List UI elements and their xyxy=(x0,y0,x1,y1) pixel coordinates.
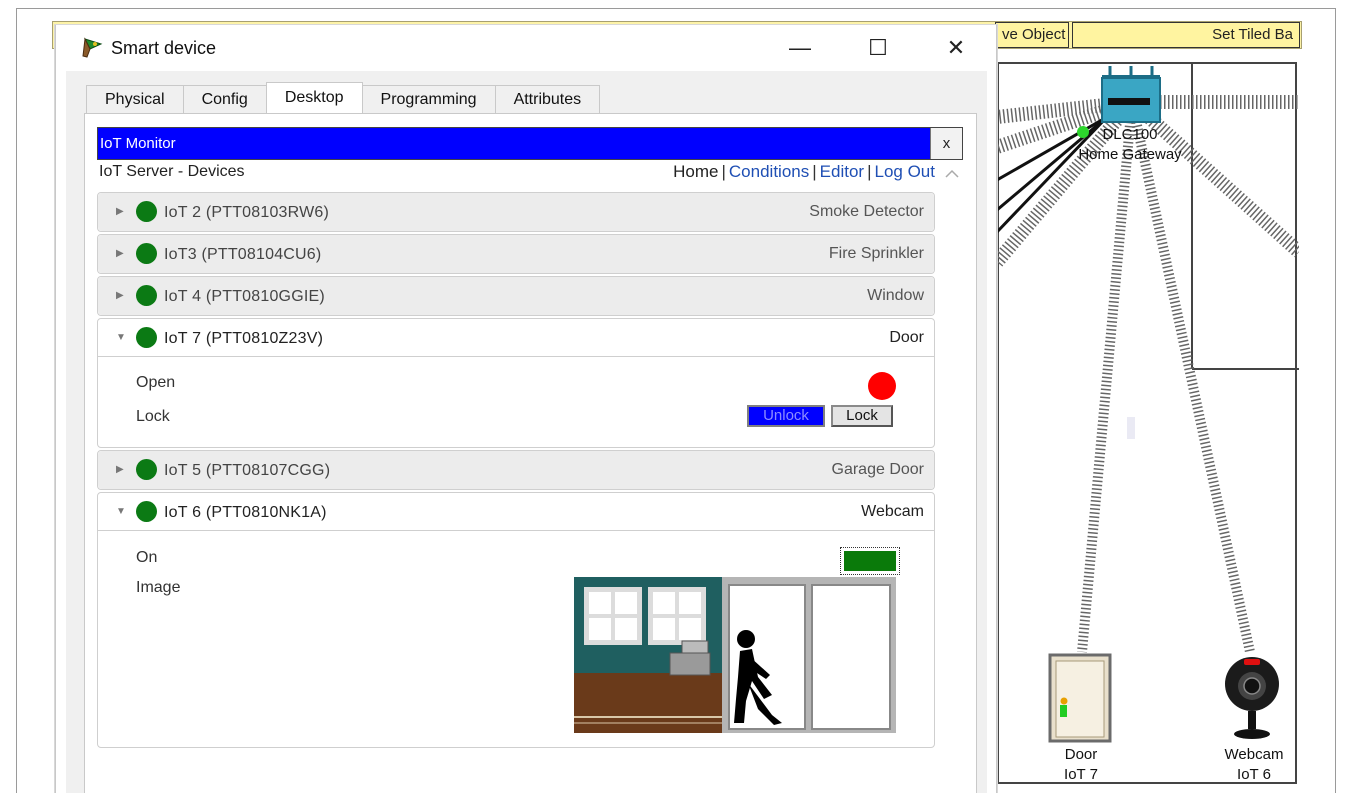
status-dot-icon xyxy=(136,327,157,348)
nav-separator: | xyxy=(867,162,872,181)
device-type: Fire Sprinkler xyxy=(828,245,924,262)
device-row-webcam[interactable]: ▼ IoT 6 (PTT0810NK1A) Webcam On Image xyxy=(97,492,935,748)
desktop-panel: IoT Monitor x IoT Server - Devices Home |… xyxy=(84,113,977,793)
nav-editor-link[interactable]: Editor xyxy=(820,162,864,181)
webcam-device-id: IoT 6 xyxy=(1237,766,1271,783)
webcam-device-icon[interactable] xyxy=(1222,656,1282,742)
device-name: IoT 2 (PTT08103RW6) xyxy=(164,204,330,221)
tab-programming[interactable]: Programming xyxy=(361,85,496,113)
caret-right-icon[interactable]: ▶ xyxy=(116,464,124,475)
device-header[interactable]: ▶ IoT 2 (PTT08103RW6) Smoke Detector xyxy=(98,193,934,231)
tab-bar: Physical Config Desktop Programming Attr… xyxy=(86,82,601,113)
caret-down-icon[interactable]: ▼ xyxy=(116,506,126,517)
iot-monitor-titlebar: IoT Monitor x xyxy=(97,127,963,160)
device-header[interactable]: ▼ IoT 6 (PTT0810NK1A) Webcam xyxy=(98,493,934,531)
status-dot-icon xyxy=(136,285,157,306)
tab-physical[interactable]: Physical xyxy=(86,85,184,113)
door-lock-label: Lock xyxy=(136,408,170,425)
door-open-label: Open xyxy=(136,374,176,391)
device-row-smoke-detector[interactable]: ▶ IoT 2 (PTT08103RW6) Smoke Detector xyxy=(97,192,935,232)
nav-separator: | xyxy=(721,162,726,181)
lock-button[interactable]: Lock xyxy=(831,405,893,427)
nav-home-link[interactable]: Home xyxy=(673,162,718,181)
device-name: IoT 6 (PTT0810NK1A) xyxy=(164,504,327,521)
status-dot-icon xyxy=(136,459,157,480)
device-name: IoT 4 (PTT0810GGIE) xyxy=(164,288,325,305)
device-name: IoT 5 (PTT08107CGG) xyxy=(164,462,331,479)
tab-attributes[interactable]: Attributes xyxy=(494,85,601,113)
nav-conditions-link[interactable]: Conditions xyxy=(729,162,809,181)
caret-down-icon[interactable]: ▼ xyxy=(116,332,126,343)
tab-desktop[interactable]: Desktop xyxy=(265,82,363,113)
door-open-indicator xyxy=(868,372,896,400)
device-header[interactable]: ▶ IoT3 (PTT08104CU6) Fire Sprinkler xyxy=(98,235,934,273)
window-titlebar[interactable]: Smart device — ☐ ✕ xyxy=(56,25,996,71)
window-title: Smart device xyxy=(111,38,217,58)
iot-monitor-title: IoT Monitor xyxy=(100,135,176,152)
gateway-name-label: DLC100 xyxy=(1102,126,1158,143)
device-name: IoT3 (PTT08104CU6) xyxy=(164,246,322,263)
nav-logout-link[interactable]: Log Out xyxy=(875,162,936,181)
caret-right-icon[interactable]: ▶ xyxy=(116,290,124,301)
caret-right-icon[interactable]: ▶ xyxy=(116,248,124,259)
webcam-image-label: Image xyxy=(136,579,181,596)
device-row-door[interactable]: ▼ IoT 7 (PTT0810Z23V) Door Open Lock Unl… xyxy=(97,318,935,448)
device-row-window[interactable]: ▶ IoT 4 (PTT0810GGIE) Window xyxy=(97,276,935,316)
webcam-on-label: On xyxy=(136,549,158,566)
webcam-on-toggle[interactable] xyxy=(840,547,900,575)
set-tiled-background-button[interactable]: Set Tiled Ba xyxy=(1072,22,1300,48)
device-type: Garage Door xyxy=(831,461,925,478)
status-dot-icon xyxy=(136,501,157,522)
smart-device-app-icon xyxy=(82,37,103,58)
server-nav: Home | Conditions | Editor | Log Out xyxy=(673,162,935,182)
device-header[interactable]: ▶ IoT 5 (PTT08107CGG) Garage Door xyxy=(98,451,934,489)
door-device-icon[interactable] xyxy=(1048,653,1112,743)
door-device-name: Door xyxy=(1064,746,1098,763)
nav-separator: | xyxy=(812,162,817,181)
server-header: IoT Server - Devices Home | Conditions | Edi… xyxy=(97,160,963,184)
device-type: Door xyxy=(889,329,924,346)
unlock-button[interactable]: Unlock xyxy=(747,405,825,427)
window-body: Physical Config Desktop Programming Attr… xyxy=(66,71,987,793)
server-devices-title: IoT Server - Devices xyxy=(99,163,245,180)
tab-config[interactable]: Config xyxy=(182,85,267,113)
device-row-fire-sprinkler[interactable]: ▶ IoT3 (PTT08104CU6) Fire Sprinkler xyxy=(97,234,935,274)
device-header[interactable]: ▼ IoT 7 (PTT0810Z23V) Door xyxy=(98,319,934,357)
status-dot-icon xyxy=(136,243,157,264)
device-row-garage-door[interactable]: ▶ IoT 5 (PTT08107CGG) Garage Door xyxy=(97,450,935,490)
webcam-device-name: Webcam xyxy=(1224,746,1284,763)
maximize-button[interactable]: ☐ xyxy=(856,33,900,63)
device-header[interactable]: ▶ IoT 4 (PTT0810GGIE) Window xyxy=(98,277,934,315)
door-device-id: IoT 7 xyxy=(1064,766,1098,783)
home-gateway-icon[interactable] xyxy=(1098,64,1164,126)
close-button[interactable]: ✕ xyxy=(934,33,978,63)
device-type: Window xyxy=(867,287,924,304)
scroll-up-icon[interactable] xyxy=(945,168,959,178)
minimize-button[interactable]: — xyxy=(778,33,822,63)
smart-device-window[interactable]: Smart device — ☐ ✕ Physical Config Deskt… xyxy=(55,25,997,793)
caret-right-icon[interactable]: ▶ xyxy=(116,206,124,217)
iot-monitor-close-button[interactable]: x xyxy=(930,128,962,159)
device-name: IoT 7 (PTT0810Z23V) xyxy=(164,330,324,347)
remove-object-button[interactable]: ve Object xyxy=(995,22,1069,48)
device-type: Webcam xyxy=(861,503,924,520)
webcam-image xyxy=(574,577,896,733)
device-type: Smoke Detector xyxy=(809,203,924,220)
status-dot-icon xyxy=(136,201,157,222)
gateway-type-label: Home Gateway xyxy=(1078,146,1182,163)
